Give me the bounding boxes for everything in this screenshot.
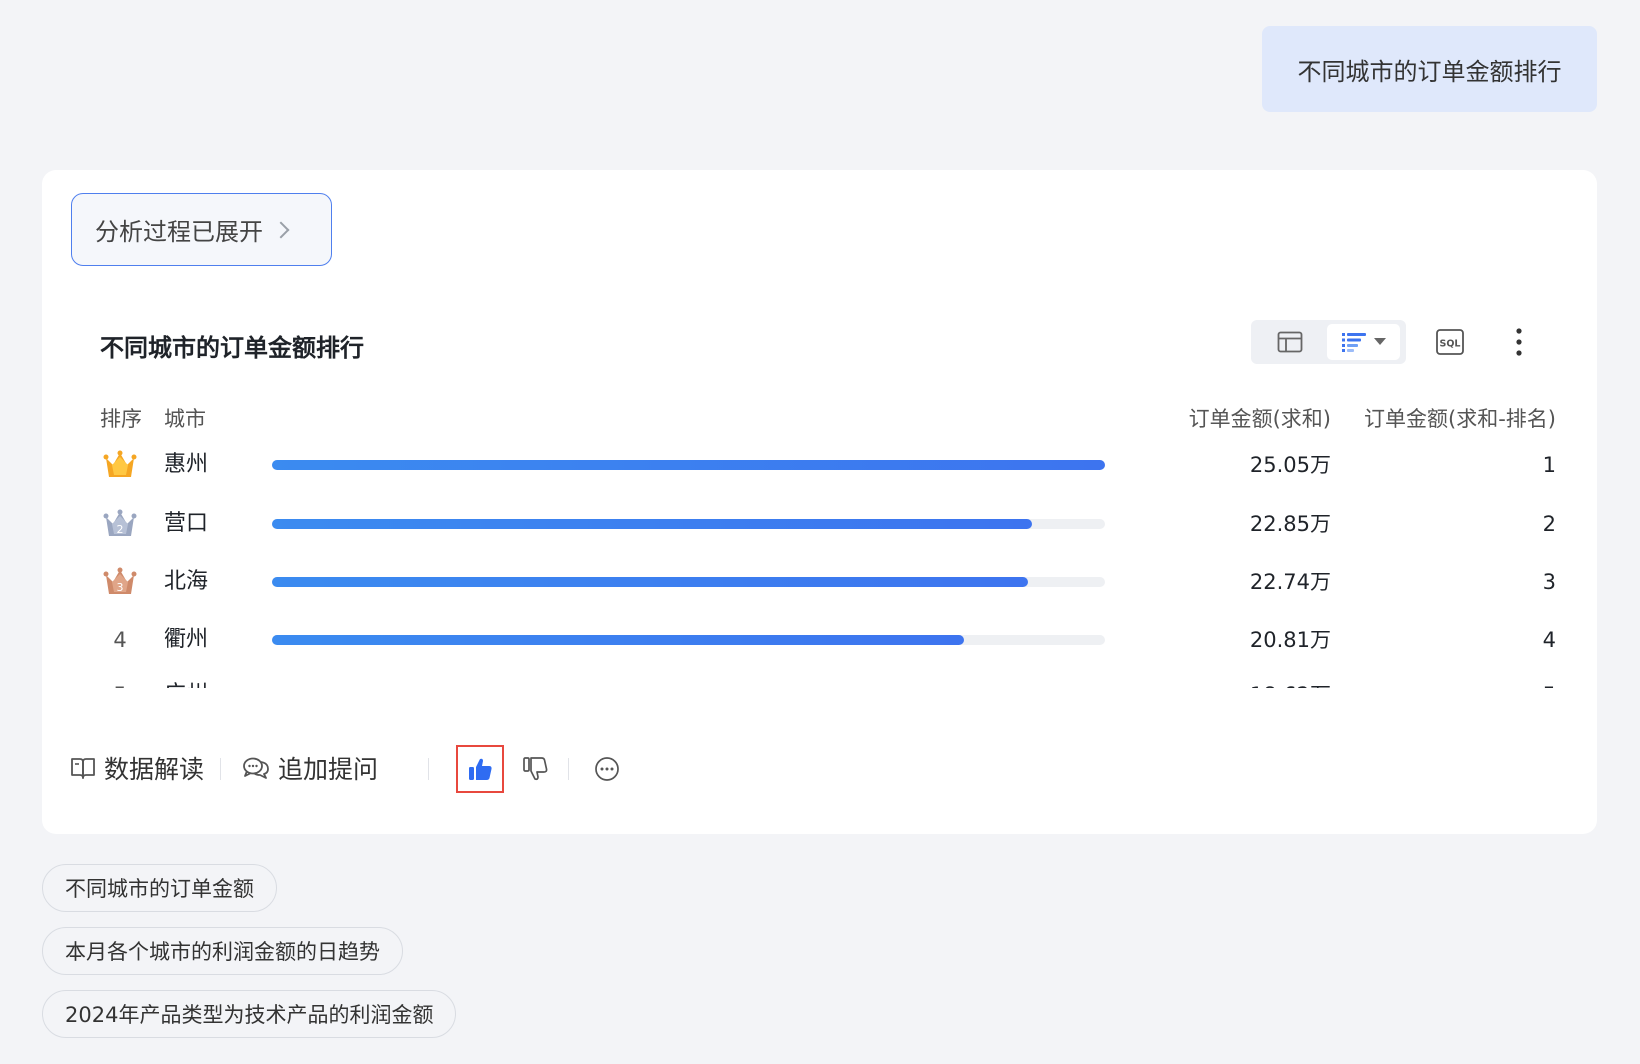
bar — [272, 519, 1032, 529]
rank-list: 惠州 25.05万 1 2 营口 22.85万 2 3 北海 22.74万 3 … — [42, 440, 1597, 688]
header-amount: 订单金额(求和) — [1188, 407, 1331, 431]
follow-up-label: 追加提问 — [278, 755, 379, 784]
rank-number: 4 — [113, 628, 127, 652]
chat-bubbles-icon — [243, 757, 269, 779]
city-name: 营口 — [164, 511, 209, 536]
thumbs-up-icon — [469, 758, 492, 780]
city-name: 惠州 — [164, 452, 209, 477]
city-name: 北海 — [164, 569, 209, 594]
suggestion-chip[interactable]: 不同城市的订单金额 — [42, 864, 277, 912]
rank-value: 2 — [1542, 512, 1556, 536]
like-button[interactable] — [456, 745, 504, 793]
header-city: 城市 — [164, 407, 206, 431]
more-options-button[interactable] — [1504, 325, 1534, 359]
bar-track — [272, 519, 1105, 529]
bar-track — [272, 635, 1105, 645]
divider — [428, 758, 429, 780]
answer-card: 分析过程已展开 不同城市的订单金额排行 SQL 排序 城市 订单金额(求和) 订… — [42, 170, 1597, 834]
divider — [220, 758, 221, 780]
sql-button[interactable]: SQL — [1434, 326, 1466, 358]
rank-value: 4 — [1542, 628, 1556, 652]
table-row: 3 北海 22.74万 3 — [42, 557, 1597, 607]
rank-number: 5 — [100, 670, 140, 688]
gold-crown-icon — [103, 450, 137, 477]
amount-value: 20.81万 — [1249, 628, 1331, 652]
bronze-crown-icon: 3 — [103, 567, 137, 594]
more-horizontal-circle-icon — [595, 757, 619, 781]
table-row: 4 衢州 20.81万 4 — [42, 615, 1597, 665]
bar — [272, 635, 964, 645]
table-row: 惠州 25.05万 1 — [42, 440, 1597, 490]
bar — [272, 460, 1105, 470]
more-actions-button[interactable] — [592, 754, 622, 784]
amount-value: 22.74万 — [1249, 570, 1331, 594]
rank-badge: 3 — [100, 557, 140, 607]
table-icon — [1277, 331, 1303, 353]
rank-badge — [100, 440, 140, 490]
user-query-bubble: 不同城市的订单金额排行 — [1262, 26, 1597, 112]
amount-value: 25.05万 — [1249, 453, 1331, 477]
suggestion-chip[interactable]: 本月各个城市的利润金额的日趋势 — [42, 927, 403, 975]
bar — [272, 577, 1029, 587]
rank-bar-chart-icon — [1341, 333, 1366, 352]
view-switch — [1251, 320, 1406, 364]
header-rank: 排序 — [100, 407, 142, 431]
dislike-button[interactable] — [518, 753, 552, 785]
divider — [568, 758, 569, 780]
answer-actions: 数据解读 追加提问 — [70, 745, 870, 793]
header-amount-rank: 订单金额(求和-排名) — [1364, 407, 1556, 431]
svg-text:SQL: SQL — [1440, 339, 1461, 350]
analysis-process-toggle[interactable]: 分析过程已展开 — [71, 193, 332, 266]
table-view-button[interactable] — [1257, 324, 1323, 360]
rank-value: 1 — [1542, 453, 1556, 477]
caret-down-icon — [1373, 338, 1386, 345]
chevron-right-icon — [272, 221, 290, 238]
vertical-dots-icon — [1516, 328, 1522, 356]
bar-track — [272, 577, 1105, 587]
city-name: 广州 — [164, 670, 208, 688]
rank-bar-view-button[interactable] — [1327, 324, 1400, 360]
silver-crown-icon: 2 — [103, 509, 137, 536]
follow-up-button[interactable]: 追加提问 — [242, 745, 378, 791]
rank-value: 3 — [1542, 570, 1556, 594]
svg-text:2: 2 — [117, 523, 124, 536]
table-row: 5 广州 18.62万 5 — [42, 670, 1597, 688]
amount-value: 18.62万 — [1146, 670, 1331, 688]
table-row: 2 营口 22.85万 2 — [42, 499, 1597, 549]
data-interpret-button[interactable]: 数据解读 — [70, 745, 204, 791]
city-name: 衢州 — [164, 627, 209, 652]
analysis-toggle-label: 分析过程已展开 — [95, 218, 263, 246]
rank-badge: 2 — [100, 499, 140, 549]
thumbs-down-icon — [523, 757, 548, 781]
sql-icon: SQL — [1436, 329, 1464, 355]
open-book-icon — [71, 758, 95, 779]
data-interpret-label: 数据解读 — [104, 755, 205, 784]
amount-value: 22.85万 — [1249, 512, 1331, 536]
bar-track — [272, 460, 1105, 470]
svg-text:3: 3 — [117, 581, 124, 594]
rank-value: 5 — [1320, 670, 1556, 688]
suggestion-chip[interactable]: 2024年产品类型为技术产品的利润金额 — [42, 990, 457, 1038]
chart-title: 不同城市的订单金额排行 — [100, 334, 364, 362]
